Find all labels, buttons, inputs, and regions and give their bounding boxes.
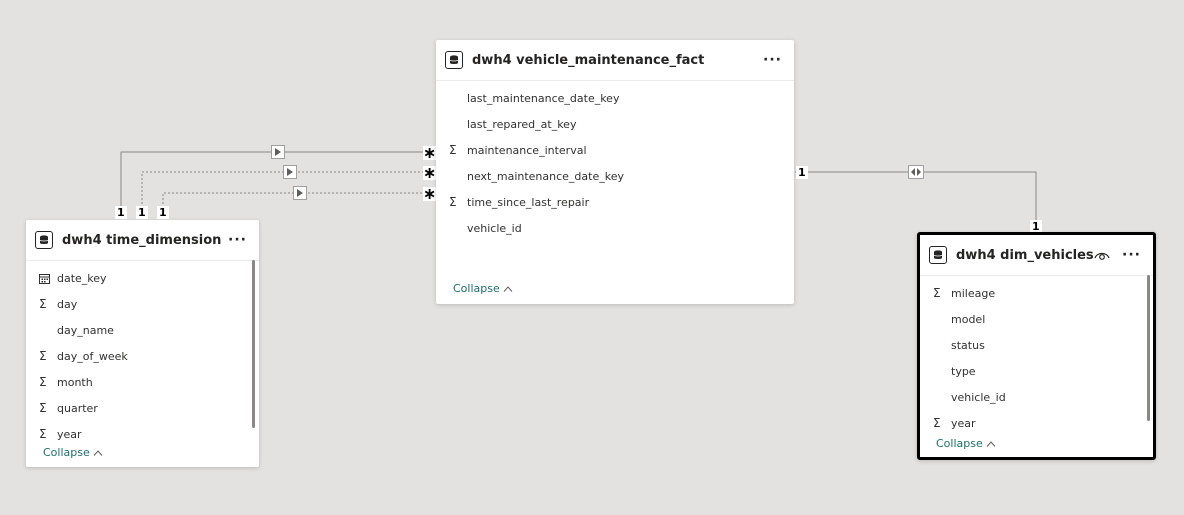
table-title: dwh4 time_dimension [62, 232, 222, 248]
field-name: date_key [57, 271, 107, 285]
cardinality-one: 1 [136, 206, 148, 219]
field-row[interactable]: status [920, 332, 1153, 358]
field-name: model [951, 312, 986, 326]
scrollbar[interactable] [252, 260, 255, 428]
field-name: last_repared_at_key [467, 117, 577, 131]
field-name: vehicle_id [951, 390, 1006, 404]
sigma-icon: Σ [449, 195, 457, 209]
field-row[interactable]: type [920, 358, 1153, 384]
table-title: dwh4 dim_vehicles [956, 247, 1094, 263]
sigma-icon: Σ [449, 143, 457, 157]
field-list: Σmileage model status type vehicle_id Σyear [920, 276, 1153, 436]
field-name: year [57, 427, 82, 441]
field-name: month [57, 375, 93, 389]
collapse-button[interactable]: Collapse [936, 437, 996, 450]
field-name: next_maintenance_date_key [467, 169, 624, 183]
field-row[interactable]: Σyear [920, 410, 1153, 436]
collapse-button[interactable]: Collapse [453, 282, 513, 295]
field-name: status [951, 338, 985, 352]
relationship-line-last-maintenance[interactable] [120, 151, 430, 212]
field-row[interactable]: last_maintenance_date_key [436, 85, 794, 111]
cardinality-one: 1 [115, 206, 127, 219]
collapse-button[interactable]: Collapse [43, 446, 103, 459]
more-options-button[interactable]: ··· [226, 232, 249, 248]
cardinality-many: ∗ [423, 143, 437, 162]
field-row[interactable]: Σday [26, 291, 259, 317]
field-row[interactable]: vehicle_id [436, 215, 794, 241]
table-card-time-dimension[interactable]: dwh4 time_dimension ··· date_key Σday day_… [26, 220, 259, 467]
field-name: quarter [57, 401, 98, 415]
field-name: maintenance_interval [467, 143, 587, 157]
field-name: mileage [951, 286, 996, 300]
table-card-dim-vehicles[interactable]: dwh4 dim_vehicles ··· Σmileage model statu… [917, 232, 1156, 460]
sigma-icon: Σ [933, 286, 941, 300]
field-name: day_name [57, 323, 114, 337]
field-row[interactable]: Σquarter [26, 395, 259, 421]
field-name: day [57, 297, 78, 311]
field-row[interactable]: date_key [26, 265, 259, 291]
sigma-icon: Σ [39, 375, 47, 389]
field-row[interactable]: day_name [26, 317, 259, 343]
cardinality-many: ∗ [423, 184, 437, 203]
cardinality-many: ∗ [423, 163, 437, 182]
chevron-up-icon [986, 440, 996, 447]
relationship-line-vehicle[interactable] [795, 171, 1037, 226]
filter-direction-both-icon[interactable] [908, 165, 924, 179]
field-row[interactable]: Σmaintenance_interval [436, 137, 794, 163]
field-row[interactable]: last_repared_at_key [436, 111, 794, 137]
table-header[interactable]: dwh4 time_dimension ··· [26, 220, 259, 261]
field-list: last_maintenance_date_key last_repared_at… [436, 81, 794, 241]
cardinality-one: 1 [157, 206, 169, 219]
more-options-button[interactable]: ··· [1120, 247, 1143, 263]
visibility-eye-icon[interactable] [1094, 249, 1110, 261]
field-row[interactable]: model [920, 306, 1153, 332]
table-title: dwh4 vehicle_maintenance_fact [472, 52, 705, 68]
sigma-icon: Σ [39, 349, 47, 363]
database-icon [929, 246, 947, 264]
field-row[interactable]: Σmonth [26, 369, 259, 395]
field-row[interactable]: Σtime_since_last_repair [436, 189, 794, 215]
table-header[interactable]: dwh4 vehicle_maintenance_fact ··· [436, 40, 794, 81]
field-name: day_of_week [57, 349, 128, 363]
filter-direction-single-icon[interactable] [293, 186, 307, 200]
database-icon [445, 51, 463, 69]
chevron-up-icon [503, 285, 513, 292]
chevron-up-icon [93, 449, 103, 456]
database-icon [35, 231, 53, 249]
sigma-icon: Σ [39, 427, 47, 441]
field-name: time_since_last_repair [467, 195, 590, 209]
table-card-vehicle-maintenance-fact[interactable]: dwh4 vehicle_maintenance_fact ··· last_m… [436, 40, 794, 304]
sigma-icon: Σ [933, 416, 941, 430]
field-name: vehicle_id [467, 221, 522, 235]
scrollbar[interactable] [1147, 275, 1150, 421]
field-row[interactable]: Σmileage [920, 280, 1153, 306]
field-list: date_key Σday day_name Σday_of_week Σmonth Σq… [26, 261, 259, 447]
field-row[interactable]: Σday_of_week [26, 343, 259, 369]
field-name: year [951, 416, 976, 430]
filter-direction-single-icon[interactable] [283, 165, 297, 179]
field-row[interactable]: next_maintenance_date_key [436, 163, 794, 189]
filter-direction-single-icon[interactable] [271, 145, 285, 159]
calendar-icon [39, 273, 57, 284]
field-row[interactable]: vehicle_id [920, 384, 1153, 410]
field-name: type [951, 364, 976, 378]
table-header[interactable]: dwh4 dim_vehicles ··· [920, 235, 1153, 276]
sigma-icon: Σ [39, 297, 47, 311]
cardinality-one: 1 [796, 166, 808, 179]
field-row[interactable]: Σyear [26, 421, 259, 447]
sigma-icon: Σ [39, 401, 47, 415]
more-options-button[interactable]: ··· [761, 52, 784, 68]
field-name: last_maintenance_date_key [467, 91, 620, 105]
